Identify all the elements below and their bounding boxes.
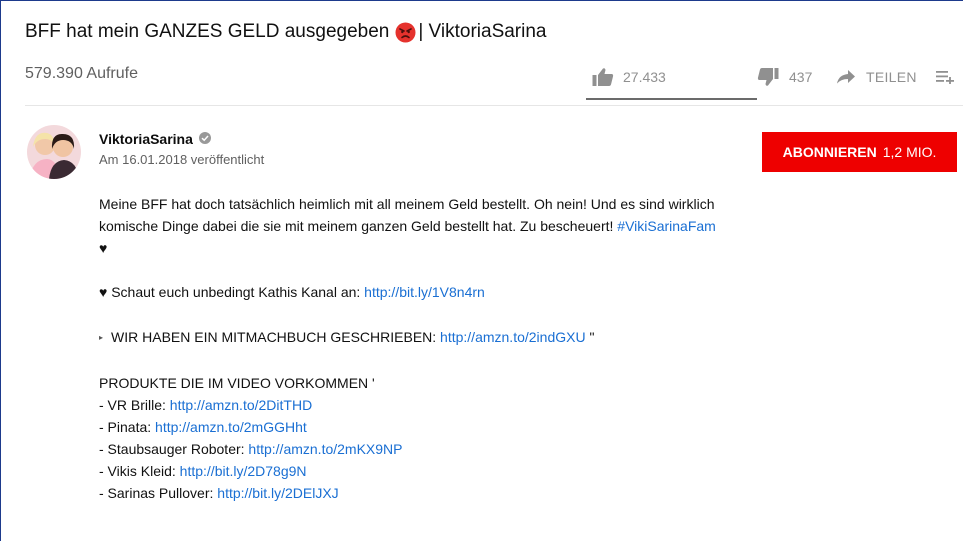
- add-to-playlist-icon: [936, 70, 954, 84]
- book-link[interactable]: http://amzn.to/2indGXU: [440, 329, 586, 345]
- video-title: BFF hat mein GANZES GELD ausgegeben | Vi…: [25, 21, 547, 43]
- like-ratio-bar: [586, 98, 757, 100]
- channel-name-text: ViktoriaSarina: [99, 131, 193, 147]
- description-line: Meine BFF hat doch tatsächlich heimlich …: [99, 196, 715, 212]
- triangle-marker-icon: ▸: [99, 333, 104, 342]
- kathi-channel-link[interactable]: http://bit.ly/1V8n4rn: [364, 284, 485, 300]
- angry-face-emoji: [395, 22, 416, 43]
- dislike-button[interactable]: 437: [757, 67, 837, 87]
- description-line: ▸ WIR HABEN EIN MITMACHBUCH GESCHRIEBEN: …: [99, 329, 595, 345]
- dislike-count: 437: [789, 69, 813, 85]
- thumbs-down-icon: [757, 67, 779, 87]
- add-to-playlist-button[interactable]: [936, 70, 964, 84]
- share-arrow-icon: [837, 70, 855, 84]
- description-line: ♥ Schaut euch unbedingt Kathis Kanal an:…: [99, 284, 485, 300]
- verified-check-icon: [198, 131, 211, 147]
- share-button[interactable]: TEILEN: [837, 69, 936, 85]
- list-item: - Pinata: http://amzn.to/2mGGHht: [99, 419, 307, 435]
- video-title-text: BFF hat mein GANZES GELD ausgegeben: [25, 21, 390, 42]
- share-label: TEILEN: [866, 69, 917, 85]
- thumbs-up-icon: [592, 67, 614, 87]
- subscribe-label: ABONNIEREN: [782, 144, 877, 160]
- view-count: 579.390 Aufrufe: [25, 65, 138, 82]
- list-item: - Vikis Kleid: http://bit.ly/2D78g9N: [99, 463, 307, 479]
- like-button[interactable]: 27.433: [592, 67, 757, 87]
- publish-date: Am 16.01.2018 veröffentlicht: [99, 152, 265, 167]
- video-description: Meine BFF hat doch tatsächlich heimlich …: [99, 193, 819, 504]
- subscribe-button[interactable]: ABONNIEREN 1,2 MIO.: [762, 132, 957, 172]
- description-heart: ♥: [99, 240, 108, 256]
- divider: [25, 105, 963, 106]
- list-item: - Staubsauger Roboter: http://amzn.to/2m…: [99, 441, 403, 457]
- action-bar: 27.433 437 TEILEN: [592, 67, 964, 87]
- products-heading: PRODUKTE DIE IM VIDEO VORKOMMEN ': [99, 375, 375, 391]
- product-link[interactable]: http://amzn.to/2mGGHht: [155, 419, 307, 435]
- product-link[interactable]: http://amzn.to/2mKX9NP: [248, 441, 402, 457]
- product-link[interactable]: http://bit.ly/2DElJXJ: [217, 485, 338, 501]
- channel-avatar[interactable]: [27, 125, 81, 179]
- product-link[interactable]: http://bit.ly/2D78g9N: [180, 463, 307, 479]
- video-title-suffix: | ViktoriaSarina: [418, 21, 547, 42]
- description-line: komische Dinge dabei die sie mit meinem …: [99, 218, 716, 234]
- list-item: - VR Brille: http://amzn.to/2DitTHD: [99, 397, 313, 413]
- product-link[interactable]: http://amzn.to/2DitTHD: [170, 397, 312, 413]
- video-info-panel: BFF hat mein GANZES GELD ausgegeben | Vi…: [0, 0, 963, 541]
- channel-name[interactable]: ViktoriaSarina: [99, 131, 211, 147]
- list-item: - Sarinas Pullover: http://bit.ly/2DElJX…: [99, 485, 339, 501]
- hashtag-link[interactable]: #VikiSarinaFam: [617, 218, 716, 234]
- like-count: 27.433: [623, 69, 666, 85]
- subscriber-count: 1,2 MIO.: [882, 144, 937, 160]
